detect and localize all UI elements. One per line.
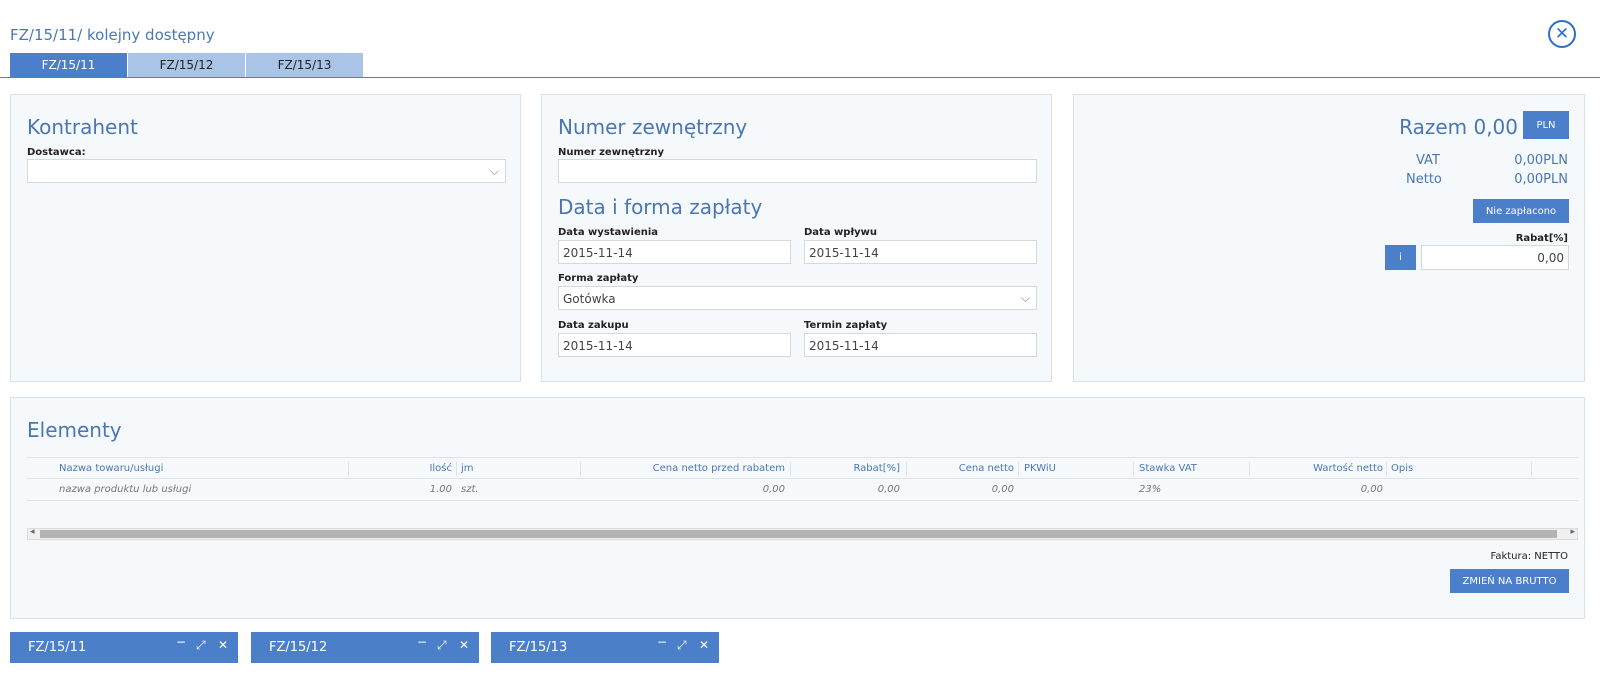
column-divider — [1531, 462, 1532, 476]
row-cena-przed-rabatem[interactable]: 0,00 — [582, 479, 785, 500]
chevron-down-icon: ⌵ — [1020, 291, 1030, 305]
column-divider — [790, 462, 791, 476]
switch-brutto-button[interactable]: ZMIEŃ NA BRUTTO — [1450, 569, 1569, 593]
tab-underline — [0, 77, 1600, 78]
close-icon[interactable]: ✕ — [218, 638, 228, 652]
minimize-icon[interactable]: − — [176, 635, 186, 649]
minimize-icon[interactable]: − — [657, 635, 667, 649]
taskbar-window-fz-15-13[interactable]: FZ/15/13 − ⤢ ✕ — [491, 632, 719, 663]
tab-fz-15-13[interactable]: FZ/15/13 — [246, 53, 364, 77]
document-tabs: FZ/15/11 FZ/15/12 FZ/15/13 — [10, 53, 364, 77]
scrollbar-thumb[interactable] — [40, 530, 1557, 538]
row-rabat[interactable]: 0,00 — [792, 479, 900, 500]
tab-fz-15-12[interactable]: FZ/15/12 — [128, 53, 246, 77]
col-ilosc[interactable]: Ilość — [349, 458, 452, 479]
termin-zaplaty-input[interactable]: 2015-11-14 — [804, 333, 1037, 357]
row-wartosc-netto[interactable]: 0,00 — [1251, 479, 1383, 500]
numer-label: Numer zewnętrzny — [558, 147, 665, 158]
row-ilosc[interactable]: 1.00 — [349, 479, 452, 500]
col-rabat[interactable]: Rabat[%] — [792, 458, 900, 479]
vat-label: VAT — [1416, 153, 1440, 168]
row-stawka-vat[interactable]: 23% — [1139, 479, 1239, 500]
taskbar-window-label: FZ/15/11 — [28, 640, 87, 655]
netto-label: Netto — [1406, 172, 1442, 187]
maximize-icon[interactable]: ⤢ — [677, 638, 687, 653]
vat-value: 0,00PLN — [1514, 153, 1568, 168]
row-nazwa[interactable]: nazwa produktu lub usługi — [59, 479, 339, 500]
col-pkwiu[interactable]: PKWiU — [1024, 458, 1124, 479]
col-wartosc-netto[interactable]: Wartość netto — [1251, 458, 1383, 479]
table-row[interactable]: nazwa produktu lub usługi 1.00 szt. 0,00… — [27, 479, 1578, 501]
column-divider — [580, 462, 581, 476]
scroll-left-icon[interactable]: ◂ — [30, 527, 35, 537]
currency-button[interactable]: PLN — [1523, 111, 1569, 139]
column-divider — [1249, 462, 1250, 476]
col-nazwa[interactable]: Nazwa towaru/usługi — [59, 458, 339, 479]
dostawca-label: Dostawca: — [27, 147, 86, 158]
row-pkwiu[interactable] — [1024, 479, 1124, 500]
kontrahent-panel: Kontrahent Dostawca: ⌵ — [10, 94, 521, 382]
data-wplywu-input[interactable]: 2015-11-14 — [804, 240, 1037, 264]
tab-fz-15-11[interactable]: FZ/15/11 — [10, 53, 128, 77]
taskbar-window-fz-15-12[interactable]: FZ/15/12 − ⤢ ✕ — [251, 632, 479, 663]
dostawca-select[interactable]: ⌵ — [27, 159, 506, 183]
forma-zaplaty-label: Forma zapłaty — [558, 273, 639, 284]
taskbar-window-label: FZ/15/12 — [269, 640, 328, 655]
numer-platnosc-panel: Numer zewnętrzny Numer zewnętrzny Data i… — [541, 94, 1052, 382]
row-jm[interactable]: szt. — [461, 479, 561, 500]
data-zakupu-input[interactable]: 2015-11-14 — [558, 333, 791, 357]
numer-input[interactable] — [558, 159, 1037, 183]
platnosc-heading: Data i forma zapłaty — [558, 195, 763, 219]
col-jm[interactable]: jm — [461, 458, 561, 479]
col-cena-przed-rabatem[interactable]: Cena netto przed rabatem — [582, 458, 785, 479]
data-zakupu-label: Data zakupu — [558, 320, 629, 331]
maximize-icon[interactable]: ⤢ — [437, 638, 447, 653]
scroll-right-icon[interactable]: ▸ — [1570, 527, 1575, 537]
grid-header: Nazwa towaru/usługi Ilość jm Cena netto … — [27, 457, 1578, 479]
rabat-label: Rabat[%] — [1515, 233, 1568, 244]
col-cena-netto[interactable]: Cena netto — [907, 458, 1014, 479]
column-divider — [1018, 462, 1019, 476]
summary-panel: Razem 0,00 PLN VAT 0,00PLN Netto 0,00PLN… — [1073, 94, 1585, 382]
column-divider — [1386, 462, 1387, 476]
row-cena-netto[interactable]: 0,00 — [907, 479, 1014, 500]
taskbar-window-label: FZ/15/13 — [509, 640, 568, 655]
close-icon[interactable]: ✕ — [1548, 20, 1576, 48]
rabat-info-button[interactable]: i — [1385, 245, 1416, 270]
close-icon[interactable]: ✕ — [699, 638, 709, 652]
elementy-heading: Elementy — [27, 418, 122, 442]
forma-zaplaty-value: Gotówka — [563, 292, 616, 306]
col-opis[interactable]: Opis — [1391, 458, 1491, 479]
column-divider — [456, 462, 457, 476]
faktura-mode-label: Faktura: NETTO — [1490, 551, 1568, 562]
razem-total: Razem 0,00 — [1399, 115, 1518, 139]
taskbar-window-fz-15-11[interactable]: FZ/15/11 − ⤢ ✕ — [10, 632, 238, 663]
row-opis[interactable] — [1391, 479, 1491, 500]
elementy-panel: Elementy Nazwa towaru/usługi Ilość jm Ce… — [10, 397, 1585, 619]
chevron-down-icon: ⌵ — [489, 164, 499, 178]
window-title: FZ/15/11/ kolejny dostępny — [10, 26, 215, 44]
data-wystawienia-label: Data wystawienia — [558, 227, 659, 238]
termin-zaplaty-label: Termin zapłaty — [804, 320, 888, 331]
minimize-icon[interactable]: − — [417, 635, 427, 649]
rabat-input[interactable]: 0,00 — [1421, 245, 1569, 270]
column-divider — [1133, 462, 1134, 476]
horizontal-scrollbar[interactable]: ◂ ▸ — [27, 527, 1578, 540]
forma-zaplaty-select[interactable]: Gotówka ⌵ — [558, 286, 1037, 310]
netto-value: 0,00PLN — [1514, 172, 1568, 187]
col-stawka-vat[interactable]: Stawka VAT — [1139, 458, 1239, 479]
data-wplywu-label: Data wpływu — [804, 227, 878, 238]
data-wystawienia-input[interactable]: 2015-11-14 — [558, 240, 791, 264]
numer-heading: Numer zewnętrzny — [558, 115, 748, 139]
kontrahent-heading: Kontrahent — [27, 115, 138, 139]
payment-status-button[interactable]: Nie zapłacono — [1473, 199, 1569, 223]
maximize-icon[interactable]: ⤢ — [196, 638, 206, 653]
close-icon[interactable]: ✕ — [459, 638, 469, 652]
